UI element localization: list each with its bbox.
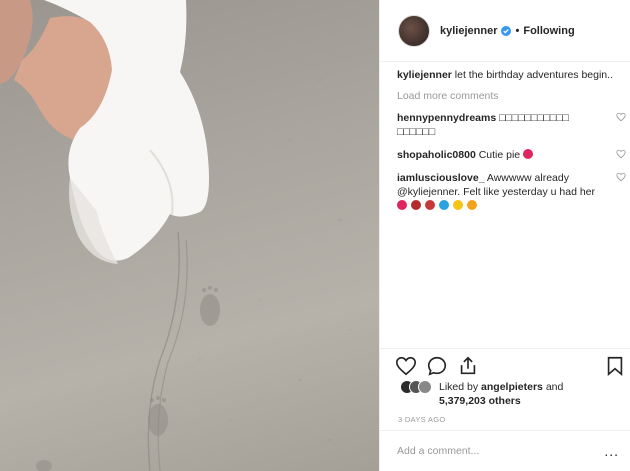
header-separator: • [515, 24, 520, 37]
comment-text: Cutie pie [478, 149, 521, 161]
likes-prefix: Liked by [439, 381, 479, 393]
likes-summary: Liked by angelpieters and 5,379,203 othe… [400, 380, 563, 408]
post-timestamp[interactable]: 3 DAYS AGO [398, 415, 445, 424]
kiss-face-emoji-icon [452, 200, 463, 210]
blue-heart-emoji-icon [438, 200, 449, 210]
author-username[interactable]: kyliejenner [440, 25, 497, 37]
bookmark-icon[interactable] [604, 355, 626, 377]
comment-item: iamlusciouslove_ Awwwww already @kylieje… [397, 171, 626, 213]
add-comment-bar: Add a comment... ... [380, 430, 630, 471]
comment-icon[interactable] [426, 355, 448, 377]
red-heart-emoji-icon [424, 200, 435, 210]
likes-text: Liked by angelpieters and 5,379,203 othe… [439, 380, 563, 408]
likes-count[interactable]: 5,379,203 others [439, 395, 521, 407]
comments-list: kyliejenner let the birthday adventures … [397, 68, 626, 213]
heart-icon[interactable] [395, 355, 417, 377]
post-photo-image [0, 0, 351, 471]
small-heart-icon[interactable] [616, 172, 626, 182]
comment-username[interactable]: shopaholic0800 [397, 149, 476, 161]
post-actions-bar [380, 348, 630, 382]
following-button[interactable]: Following [523, 25, 574, 37]
liker-avatar[interactable] [418, 380, 432, 394]
comment-username[interactable]: hennypennydreams [397, 112, 496, 124]
comment-item: shopaholic0800 Cutie pie [397, 148, 626, 162]
comment-username[interactable]: iamlusciouslove_ [397, 172, 485, 184]
liker-username[interactable]: angelpieters [481, 381, 543, 393]
caption-text: let the birthday adventures begin.. [454, 69, 613, 81]
post-photo[interactable] [0, 0, 379, 471]
share-icon[interactable] [457, 355, 479, 377]
add-comment-input[interactable]: Add a comment... [397, 445, 479, 457]
load-more-comments-link[interactable]: Load more comments [397, 90, 623, 102]
liker-avatars [400, 380, 432, 394]
likes-and: and [545, 381, 564, 393]
caption-username[interactable]: kyliejenner [397, 69, 452, 81]
red-heart-emoji-icon [523, 149, 534, 159]
lips-emoji-icon [410, 200, 421, 210]
small-heart-icon[interactable] [616, 112, 626, 122]
post-caption: kyliejenner let the birthday adventures … [397, 68, 623, 82]
heart-eyes-emoji-icon [466, 200, 477, 210]
post-side-panel: kyliejenner • Following kyliejenner let … [379, 0, 630, 471]
more-options-icon[interactable]: ... [604, 443, 619, 459]
verified-badge-icon [501, 25, 512, 36]
small-heart-icon[interactable] [616, 149, 626, 159]
instagram-post-view: kyliejenner • Following kyliejenner let … [0, 0, 630, 471]
comment-item: hennypennydreams □□□□□□□□□□□ □□□□□□ [397, 111, 626, 139]
red-heart-emoji-icon [397, 200, 407, 210]
post-header: kyliejenner • Following [380, 0, 630, 62]
author-avatar[interactable] [398, 14, 430, 47]
